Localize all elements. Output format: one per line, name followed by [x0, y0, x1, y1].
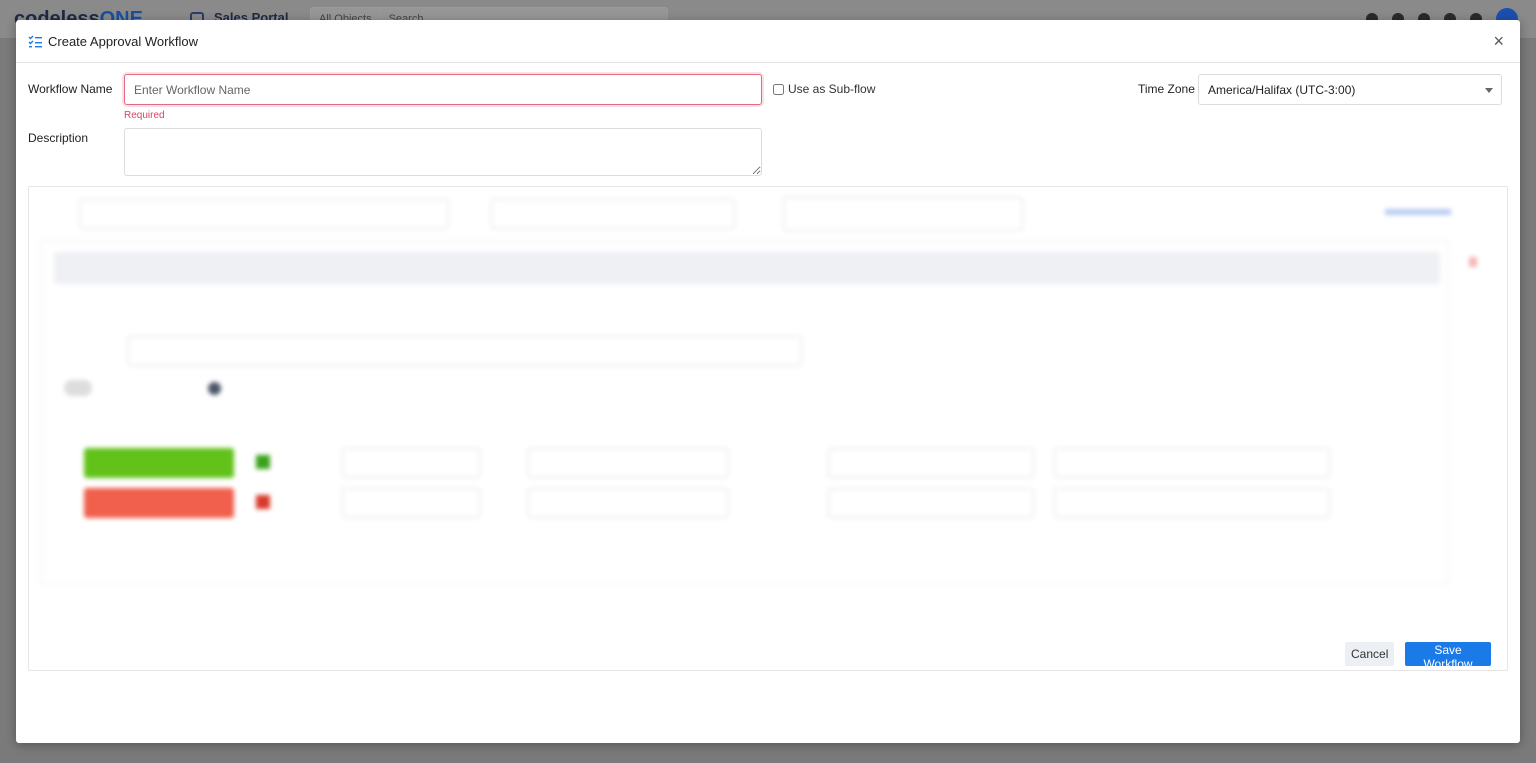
reject-action-placeholder: [84, 488, 234, 518]
remove-icon: [1469, 257, 1477, 267]
close-icon[interactable]: ×: [1493, 32, 1504, 50]
toggle-placeholder: [64, 380, 92, 396]
object-select-placeholder: [79, 199, 449, 229]
approve-comments-placeholder: [1054, 448, 1330, 478]
approve-color-swatch: [256, 455, 270, 469]
reject-comments-placeholder: [1054, 488, 1330, 518]
caret-down-icon: [1485, 88, 1493, 93]
threshold-input-placeholder: [128, 336, 802, 366]
save-workflow-button[interactable]: Save Workflow: [1405, 642, 1491, 671]
required-error: Required: [124, 110, 165, 121]
subflow-checkbox[interactable]: [773, 83, 784, 95]
approval-process-panel: [28, 186, 1508, 671]
approve-nextflow-placeholder: [828, 448, 1034, 478]
blurred-content: [29, 187, 1507, 670]
approve-label-placeholder: [342, 448, 480, 478]
user-input-placeholder: [783, 197, 1023, 231]
workflow-name-label: Workflow Name: [28, 82, 113, 96]
subflow-checkbox-group[interactable]: Use as Sub-flow: [773, 82, 875, 96]
description-label: Description: [28, 131, 89, 145]
dialog-title: Create Approval Workflow: [48, 33, 199, 49]
timezone-value: America/Halifax (UTC-3:00): [1208, 82, 1356, 97]
create-approval-workflow-dialog: Create Approval Workflow × Workflow Name…: [16, 20, 1520, 743]
link-placeholder: [1385, 209, 1451, 215]
checklist-icon: [28, 35, 42, 47]
subflow-label: Use as Sub-flow: [788, 82, 876, 96]
reject-label-placeholder: [342, 488, 480, 518]
reject-state-placeholder: [528, 488, 728, 518]
cancel-button[interactable]: Cancel: [1345, 642, 1394, 666]
timezone-label: Time Zone: [1138, 82, 1195, 96]
conditions-table-header: [54, 252, 1440, 284]
info-icon: [208, 382, 221, 395]
workflow-name-input[interactable]: [124, 74, 762, 105]
reject-color-swatch: [256, 495, 270, 509]
timezone-select[interactable]: America/Halifax (UTC-3:00): [1198, 74, 1502, 105]
description-input[interactable]: [124, 128, 762, 176]
dialog-header: Create Approval Workflow: [16, 20, 1520, 63]
reject-nextflow-placeholder: [828, 488, 1034, 518]
approve-action-placeholder: [84, 448, 234, 478]
event-select-placeholder: [491, 199, 735, 229]
approve-state-placeholder: [528, 448, 728, 478]
process-box: [41, 241, 1449, 585]
